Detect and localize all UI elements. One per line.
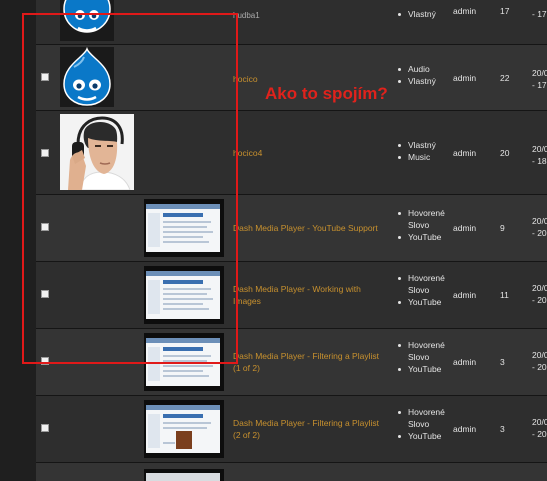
row-terms: Hovorené Slovo YouTube xyxy=(396,339,451,375)
row-count: 22 xyxy=(500,73,510,83)
row-count: 20 xyxy=(500,148,510,158)
term-item[interactable]: Vlastný xyxy=(396,139,451,151)
row-title-link[interactable]: Dash Media Player - Filtering a Playlist… xyxy=(233,350,383,374)
row-date: 20/0- 18 xyxy=(532,144,547,166)
row-author[interactable]: admin xyxy=(453,73,476,83)
term-item[interactable]: Hovorené Slovo xyxy=(396,339,451,363)
term-item[interactable]: Audio xyxy=(396,63,451,75)
row-author[interactable]: admin xyxy=(453,223,476,233)
row-count: 3 xyxy=(500,424,505,434)
annotation-text: Ako to spojím? xyxy=(265,84,388,103)
row-date: 20/0- 20 xyxy=(532,350,547,372)
row-terms: Audio Vlastný xyxy=(396,63,451,87)
table-row: Dash Media Player - Filtering a Playlist… xyxy=(36,395,547,462)
term-item[interactable]: Hovorené Slovo xyxy=(396,272,451,296)
term-item[interactable]: YouTube xyxy=(396,363,451,375)
row-date: 20/0- 20 xyxy=(532,216,547,238)
row-count: 11 xyxy=(500,290,509,300)
row-date: 20/0- 17 xyxy=(532,68,547,90)
term-item[interactable]: Music xyxy=(396,151,451,163)
row-title-link[interactable]: hudba1 xyxy=(233,10,383,22)
row-author[interactable]: admin xyxy=(453,290,476,300)
term-item[interactable]: Hovorené Slovo xyxy=(396,406,451,430)
row-count: 17 xyxy=(500,6,510,16)
row-author[interactable]: admin xyxy=(453,357,476,367)
video-thumbnail[interactable] xyxy=(144,400,224,458)
term-item[interactable]: Vlastný xyxy=(396,75,451,87)
row-author[interactable]: admin xyxy=(453,424,476,434)
row-terms: Vlastný Music xyxy=(396,139,451,163)
row-date: - 17 xyxy=(532,9,547,19)
term-item[interactable]: YouTube xyxy=(396,231,451,243)
row-terms: Vlastný xyxy=(396,8,451,20)
row-checkbox[interactable] xyxy=(41,424,49,432)
term-item[interactable]: YouTube xyxy=(396,430,451,442)
row-count: 9 xyxy=(500,223,505,233)
row-author[interactable]: admin xyxy=(453,148,476,158)
row-date: 20/0- 20 xyxy=(532,417,547,439)
content-list-page: hudba1 Vlastný admin 17 - 17 hocico Audi… xyxy=(0,0,547,481)
row-title-link[interactable]: hocico4 xyxy=(233,147,383,159)
term-item[interactable]: Hovorené Slovo xyxy=(396,207,451,231)
row-title-link[interactable]: Dash Media Player - Filtering a Playlist… xyxy=(233,417,383,441)
table-row xyxy=(36,462,547,481)
row-title-link[interactable]: Dash Media Player - Working with Images xyxy=(233,283,383,307)
row-terms: Hovorené Slovo YouTube xyxy=(396,272,451,308)
annotation-red-box xyxy=(22,13,238,364)
row-terms: Hovorené Slovo YouTube xyxy=(396,207,451,243)
screenshot-image xyxy=(146,405,220,453)
term-item[interactable]: YouTube xyxy=(396,296,451,308)
video-thumbnail[interactable] xyxy=(144,469,224,481)
row-count: 3 xyxy=(500,357,505,367)
term-item[interactable]: Vlastný xyxy=(396,8,451,20)
row-date: 20/0- 20 xyxy=(532,283,547,305)
row-author[interactable]: admin xyxy=(453,6,476,16)
row-title-link[interactable]: Dash Media Player - YouTube Support xyxy=(233,222,383,234)
row-terms: Hovorené Slovo YouTube xyxy=(396,406,451,442)
